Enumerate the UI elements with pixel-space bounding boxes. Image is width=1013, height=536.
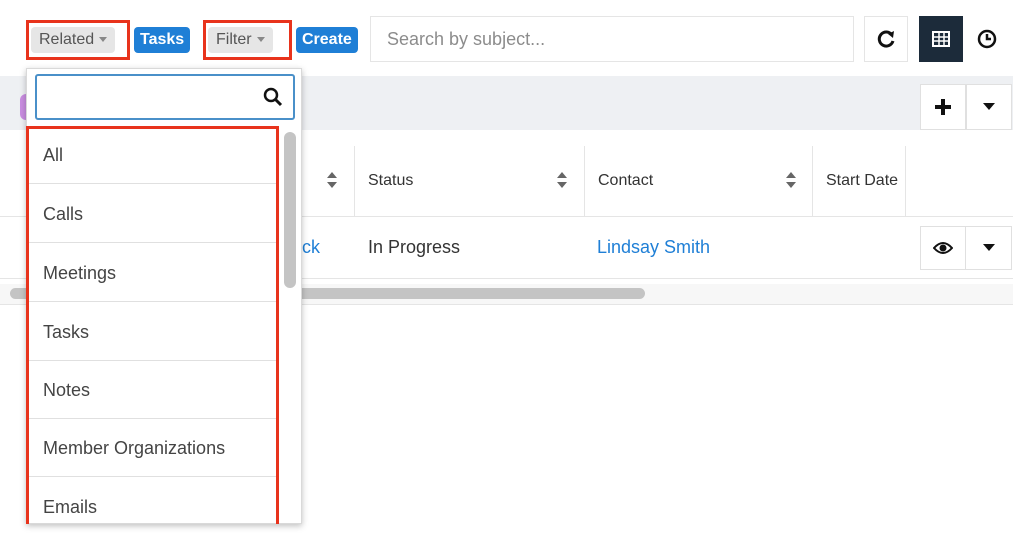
refresh-button[interactable]	[864, 16, 908, 62]
column-divider	[584, 146, 585, 216]
chevron-down-icon	[99, 37, 108, 43]
sort-icon[interactable]	[327, 172, 337, 193]
activity-stream-button[interactable]	[965, 16, 1009, 62]
add-record-button[interactable]	[920, 84, 966, 130]
plus-icon	[935, 99, 951, 115]
search-placeholder: Search by subject...	[387, 29, 546, 49]
row-actions-button[interactable]	[966, 226, 1012, 270]
dropdown-search-input[interactable]	[35, 74, 295, 120]
column-header-contact[interactable]: Contact	[598, 146, 653, 216]
caret-down-icon	[983, 103, 995, 110]
search-input[interactable]: Search by subject...	[370, 16, 854, 62]
column-header-status[interactable]: Status	[368, 146, 413, 216]
dropdown-items-highlight	[26, 126, 279, 524]
column-divider	[812, 146, 813, 216]
related-label: Related	[39, 31, 95, 48]
caret-down-icon	[982, 244, 995, 251]
column-divider	[354, 146, 355, 216]
filter-dropdown-button[interactable]: Filter	[208, 27, 273, 53]
tasks-module-pill[interactable]: Tasks	[134, 27, 191, 53]
status-cell: In Progress	[368, 237, 461, 257]
column-header-start-date[interactable]: Start Date	[826, 146, 904, 216]
contact-link[interactable]: Lindsay Smith	[597, 216, 710, 278]
more-actions-button[interactable]	[966, 84, 1012, 130]
subject-link[interactable]: ck	[302, 216, 320, 278]
refresh-icon	[877, 30, 895, 48]
chevron-down-icon	[256, 37, 265, 43]
list-view-button[interactable]	[919, 16, 963, 62]
preview-button[interactable]	[920, 226, 966, 270]
filter-label: Filter	[216, 31, 252, 48]
column-divider	[905, 146, 906, 216]
search-icon	[263, 87, 283, 107]
sort-icon[interactable]	[557, 172, 567, 193]
related-dropdown-button[interactable]: Related	[31, 27, 116, 53]
clock-icon	[977, 29, 997, 49]
eye-icon	[933, 242, 953, 254]
create-filter-pill[interactable]: Create	[296, 27, 358, 53]
dropdown-scrollbar-thumb[interactable]	[284, 132, 296, 288]
grid-view-icon	[932, 31, 950, 47]
sort-icon[interactable]	[786, 172, 796, 193]
